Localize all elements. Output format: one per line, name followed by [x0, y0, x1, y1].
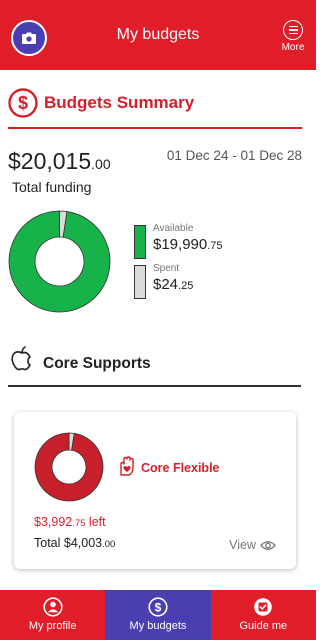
available-value: $19,990.75	[153, 236, 223, 253]
profile-icon	[43, 597, 63, 617]
dollar-circle-icon: $	[8, 88, 38, 118]
total-amount-main: $20,015	[8, 148, 92, 174]
nav-my-budgets[interactable]: $ My budgets	[105, 590, 211, 640]
remaining-amount: $3,992.75 left	[34, 515, 106, 529]
available-main: $19,990	[153, 236, 208, 253]
page-title: My budgets	[116, 26, 200, 43]
card-total-main: $4,003	[63, 536, 103, 550]
total-funding-label: Total funding	[12, 179, 92, 195]
total-funding-amount: $20,015.00	[8, 148, 111, 175]
dollar-icon: $	[148, 597, 168, 617]
nav-my-budgets-label: My budgets	[129, 620, 187, 632]
menu-icon	[283, 20, 303, 40]
budgets-summary-header: $ Budgets Summary	[8, 85, 302, 129]
apple-icon	[11, 346, 31, 371]
core-flexible-card[interactable]: Core Flexible $3,992.75 left Total $4,00…	[14, 412, 296, 569]
app-header: My budgets More	[0, 0, 316, 70]
checkbox-icon	[254, 598, 273, 616]
spent-cents: .25	[178, 280, 194, 292]
core-supports-title: Core Supports	[43, 355, 151, 372]
spent-swatch	[134, 265, 146, 299]
card-donut-slice-remaining	[34, 432, 104, 502]
nav-my-profile[interactable]: My profile	[0, 590, 106, 640]
core-supports-header: Core Supports	[8, 340, 301, 387]
card-total-cents: .00	[102, 539, 116, 550]
more-label: More	[281, 42, 305, 53]
svg-text:$: $	[18, 93, 28, 113]
view-button[interactable]: View	[229, 538, 276, 552]
available-label: Available	[153, 223, 194, 234]
nav-my-profile-label: My profile	[28, 620, 77, 632]
more-button[interactable]: More	[278, 20, 308, 53]
view-label: View	[229, 538, 256, 552]
hand-heart-icon	[120, 456, 134, 476]
remaining-main: $3,992	[34, 515, 73, 529]
available-cents: .75	[207, 240, 223, 252]
funding-donut-chart	[8, 210, 111, 313]
available-swatch	[134, 225, 146, 259]
spent-main: $24	[153, 276, 179, 293]
summary-title: Budgets Summary	[44, 93, 195, 112]
nav-guide-me-label: Guide me	[239, 620, 288, 632]
core-flexible-donut-chart	[34, 432, 104, 502]
eye-icon	[260, 540, 276, 550]
bottom-navigation: My profile $ My budgets Guide me	[0, 590, 316, 640]
spent-value: $24.25	[153, 276, 193, 293]
date-range: 01 Dec 24 - 01 Dec 28	[166, 148, 302, 163]
spent-label: Spent	[153, 263, 180, 274]
donut-slice-available	[8, 210, 111, 313]
remaining-cents: .75	[72, 518, 86, 529]
card-total-prefix: Total	[34, 536, 64, 550]
svg-text:$: $	[155, 601, 162, 615]
card-total-amount: Total $4,003.00	[34, 536, 115, 550]
total-amount-cents: .00	[91, 156, 111, 172]
nav-guide-me[interactable]: Guide me	[210, 590, 316, 640]
remaining-suffix: left	[85, 515, 106, 529]
core-flexible-title: Core Flexible	[141, 461, 220, 475]
